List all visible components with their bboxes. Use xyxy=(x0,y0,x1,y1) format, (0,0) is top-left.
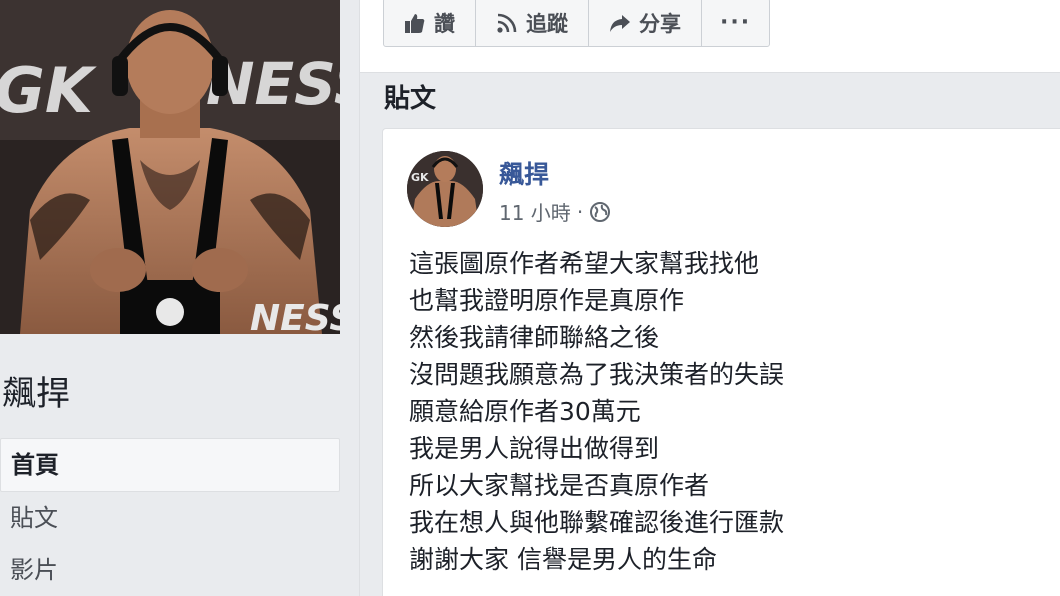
post-line: 沒問題我願意為了我決策者的失誤 xyxy=(409,360,785,389)
post-line: 也幫我證明原作是真原作 xyxy=(409,286,685,315)
page-name[interactable]: 飆捍 xyxy=(2,366,70,415)
more-options-button[interactable]: ··· xyxy=(702,0,769,46)
posts-section-title: 貼文 xyxy=(384,84,437,114)
nav-item-posts[interactable]: 貼文 xyxy=(0,492,340,544)
post-card: GK 飆捍 11 小時 · 這張圖原作者希望大家幫我找他 也幫我證明原作是真原作… xyxy=(382,128,1060,596)
left-column: GK NESS xyxy=(0,0,359,596)
page-nav: 首頁 貼文 影片 xyxy=(0,438,340,596)
profile-photo-image: GK NESS xyxy=(0,0,340,334)
post-line: 所以大家幫找是否真原作者 xyxy=(409,471,710,500)
like-button[interactable]: 讚 xyxy=(384,0,476,46)
nav-item-home[interactable]: 首頁 xyxy=(0,438,340,492)
page-action-bar: 讚 追蹤 分享 ··· xyxy=(360,0,1060,73)
post-body: 這張圖原作者希望大家幫我找他 也幫我證明原作是真原作 然後我請律師聯絡之後 沒問… xyxy=(409,245,784,578)
post-line: 謝謝大家 信譽是男人的生命 xyxy=(409,545,717,574)
column-divider xyxy=(359,0,360,596)
svg-text:NESS: NESS xyxy=(250,298,340,334)
thumbs-up-icon xyxy=(405,13,425,33)
like-label: 讚 xyxy=(434,11,455,36)
post-author-name[interactable]: 飆捍 xyxy=(499,155,549,191)
author-avatar[interactable]: GK xyxy=(407,151,483,227)
share-arrow-icon xyxy=(610,14,630,32)
post-line: 願意給原作者30萬元 xyxy=(409,397,641,426)
post-line: 我在想人與他聯繫確認後進行匯款 xyxy=(409,508,785,537)
svg-text:GK: GK xyxy=(411,171,429,184)
share-button[interactable]: 分享 xyxy=(589,0,702,46)
avatar-image: GK xyxy=(407,151,483,227)
post-line: 然後我請律師聯絡之後 xyxy=(409,323,660,352)
meta-separator: · xyxy=(576,199,584,224)
profile-picture[interactable]: GK NESS xyxy=(0,0,340,334)
globe-icon[interactable] xyxy=(589,201,611,223)
post-line: 這張圖原作者希望大家幫我找他 xyxy=(409,249,760,278)
action-button-group: 讚 追蹤 分享 ··· xyxy=(383,0,771,47)
share-label: 分享 xyxy=(639,11,681,36)
svg-text:GK: GK xyxy=(0,54,97,127)
more-options-icon: ··· xyxy=(720,10,752,35)
rss-follow-icon xyxy=(497,13,517,33)
post-timestamp[interactable]: 11 小時 xyxy=(499,197,571,226)
post-meta: 11 小時 · xyxy=(499,197,611,226)
follow-button[interactable]: 追蹤 xyxy=(476,0,589,46)
facebook-page: GK NESS xyxy=(0,0,1060,596)
nav-item-videos[interactable]: 影片 xyxy=(0,544,340,596)
post-line: 我是男人說得出做得到 xyxy=(409,434,660,463)
follow-label: 追蹤 xyxy=(526,11,568,36)
